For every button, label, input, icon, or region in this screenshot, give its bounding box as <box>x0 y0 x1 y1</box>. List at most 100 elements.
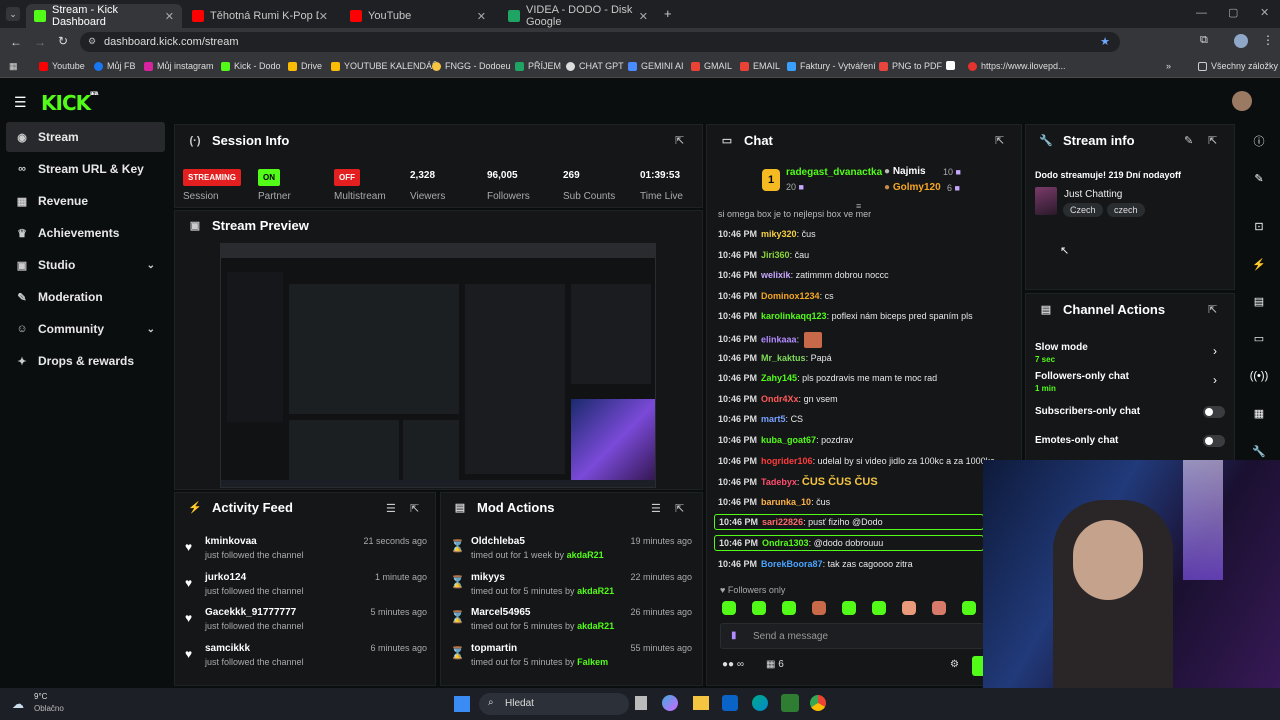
bookmark-youtube[interactable]: Youtube <box>39 61 85 71</box>
browser-tab-youtube[interactable]: YouTube ✕ <box>342 4 494 28</box>
bookmark-png-pdf[interactable]: PNG to PDF <box>879 61 942 71</box>
close-icon[interactable]: ✕ <box>639 10 648 23</box>
bookmark-ilovepdf[interactable]: https://www.ilovepd... <box>968 61 1066 71</box>
chat-bubble-icon[interactable]: ▭ <box>1247 326 1271 350</box>
start-icon[interactable] <box>454 696 470 712</box>
gift-box-icon[interactable]: ▦ <box>766 659 775 670</box>
close-icon[interactable]: ✕ <box>165 10 174 23</box>
activity-user[interactable]: samcikkk <box>205 643 250 654</box>
close-icon[interactable]: ✕ <box>319 10 328 23</box>
clipboard-icon[interactable]: ▦ <box>1247 401 1271 425</box>
more-bookmarks-icon[interactable]: » <box>1166 61 1171 71</box>
window-close-icon[interactable]: ✕ <box>1260 6 1269 19</box>
forward-icon[interactable]: → <box>34 35 46 49</box>
chat-username[interactable]: miky320 <box>761 229 797 239</box>
back-icon[interactable]: ← <box>10 35 22 49</box>
chat-username[interactable]: Jiri360 <box>761 250 790 260</box>
chat-username[interactable]: Tadebyx <box>761 477 797 487</box>
tag-czech-lower[interactable]: czech <box>1107 203 1145 217</box>
chat-username[interactable]: kuba_goat67 <box>761 435 816 445</box>
bookmark-misc[interactable] <box>946 61 959 70</box>
file-explorer-icon[interactable] <box>693 696 709 710</box>
popout-icon[interactable]: ⇱ <box>1208 303 1217 316</box>
chat-username[interactable]: Ondra1303 <box>762 538 809 548</box>
bookmark-prijem[interactable]: PŘÍJEM <box>515 61 561 71</box>
stream-preview-video[interactable] <box>220 243 656 488</box>
chevron-right-icon[interactable]: › <box>1213 373 1217 387</box>
info-icon[interactable]: ⓘ <box>1247 129 1271 153</box>
maximize-icon[interactable]: ▢ <box>1228 6 1238 19</box>
weather-icon[interactable]: ☁ <box>12 697 24 711</box>
document-icon[interactable]: ▤ <box>1247 289 1271 313</box>
emote-icon[interactable] <box>782 601 796 615</box>
extensions-icon[interactable]: ⧉ <box>1200 34 1208 47</box>
chat-username[interactable]: welixik <box>761 270 791 280</box>
popout-icon[interactable]: ⇱ <box>995 134 1004 147</box>
activity-user[interactable]: Gacekkk_91777777 <box>205 607 296 618</box>
bookmark-chatgpt[interactable]: CHAT GPT <box>566 61 624 71</box>
chat-username[interactable]: elinkaaa <box>761 334 797 344</box>
browser-tab-youtube-video[interactable]: Těhotná Rumi K-Pop Demon Hu ✕ <box>184 4 336 28</box>
emote-icon[interactable] <box>722 601 736 615</box>
top-gifter-name[interactable]: radegast_dvanactka <box>786 167 882 178</box>
emotes-only-toggle[interactable] <box>1203 435 1225 447</box>
popout-icon[interactable]: ⇱ <box>410 502 419 515</box>
sidebar-item-studio[interactable]: ▣ Studio ⌄ <box>6 250 165 280</box>
kick-logo[interactable]: KICKBETA <box>41 91 98 115</box>
chat-input[interactable]: ▮ Send a message <box>720 623 984 649</box>
profile-avatar[interactable] <box>1234 34 1248 48</box>
bookmark-yt-calendar[interactable]: YOUTUBE KALENDÁŘ <box>331 61 439 71</box>
bookmark-gmail[interactable]: GMAIL <box>691 61 732 71</box>
chrome-icon[interactable] <box>810 695 826 711</box>
sidebar-item-moderation[interactable]: ✎ Moderation <box>6 282 165 312</box>
category-name[interactable]: Just Chatting <box>1064 189 1122 200</box>
mod-by[interactable]: akdaR21 <box>577 586 614 596</box>
close-icon[interactable]: ✕ <box>477 10 486 23</box>
mod-by[interactable]: Falkem <box>577 657 608 667</box>
top-gifter-name[interactable]: Golmy120 <box>893 182 941 193</box>
emote-icon[interactable] <box>962 601 976 615</box>
bookmark-drive[interactable]: Drive <box>288 61 322 71</box>
bookmark-fngg[interactable]: FNGG - Dodoeu <box>432 61 511 71</box>
chat-settings-icon[interactable]: ⚙ <box>950 659 959 670</box>
taskbar-search[interactable]: ⌕ Hledat <box>479 693 629 715</box>
emote-icon[interactable] <box>812 601 826 615</box>
mod-by[interactable]: akdaR21 <box>567 550 604 560</box>
mod-user[interactable]: mikyys <box>471 572 505 583</box>
chat-username[interactable]: Mr_kaktus <box>761 353 806 363</box>
subscribers-only-toggle[interactable] <box>1203 406 1225 418</box>
chat-username[interactable]: Zahy145 <box>761 373 797 383</box>
menu-icon[interactable]: ⋮ <box>1262 33 1274 47</box>
chat-username[interactable]: sari22826 <box>762 517 803 527</box>
app-icon[interactable] <box>781 694 799 712</box>
outlook-icon[interactable] <box>722 695 738 711</box>
mod-user[interactable]: Marcel54965 <box>471 607 531 618</box>
sidebar-item-drops-rewards[interactable]: ✦ Drops & rewards <box>6 346 165 376</box>
url-bar[interactable]: ⚙ dashboard.kick.com/stream ★ <box>80 32 1120 52</box>
chat-username[interactable]: Dominox1234 <box>761 291 820 301</box>
chat-username[interactable]: barunka_10 <box>761 497 811 507</box>
bookmark-faktury[interactable]: Faktury - Vytváření <box>787 61 876 71</box>
popout-icon[interactable]: ⇱ <box>675 502 684 515</box>
lightning-icon[interactable]: ⚡ <box>1247 252 1271 276</box>
emote-icon[interactable] <box>932 601 946 615</box>
chevron-right-icon[interactable]: › <box>1213 344 1217 358</box>
copilot-icon[interactable] <box>662 695 678 711</box>
edit-icon[interactable]: ✎ <box>1184 134 1193 147</box>
mod-by[interactable]: akdaR21 <box>577 621 614 631</box>
mod-user[interactable]: Oldchleba5 <box>471 536 525 547</box>
bookmark-email[interactable]: EMAIL <box>740 61 780 71</box>
sidebar-item-achievements[interactable]: ♛ Achievements <box>6 218 165 248</box>
new-tab-icon[interactable]: + <box>664 6 672 21</box>
apps-icon[interactable]: ▦ <box>9 61 18 72</box>
site-info-icon[interactable]: ⚙ <box>88 36 96 47</box>
chat-username[interactable]: karolinkaqq123 <box>761 311 827 321</box>
sidebar-item-community[interactable]: ☺ Community ⌄ <box>6 314 165 344</box>
bookmark-gemini[interactable]: GEMINI AI <box>628 61 684 71</box>
chat-username[interactable]: Ondr4Xx <box>761 394 799 404</box>
emote-icon[interactable] <box>842 601 856 615</box>
bookmark-instagram[interactable]: Můj instagram <box>144 61 214 71</box>
activity-user[interactable]: jurko124 <box>205 572 246 583</box>
followers-only-action[interactable]: Followers-only chat 1 min › <box>1035 371 1225 393</box>
filter-icon[interactable]: ☰ <box>651 502 661 515</box>
